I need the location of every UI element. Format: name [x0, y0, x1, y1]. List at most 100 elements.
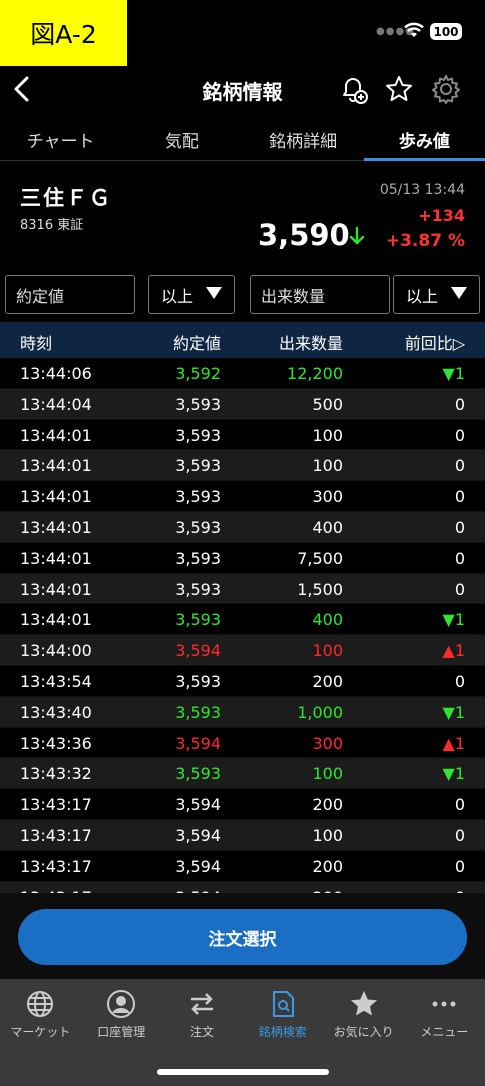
trade-price: 3,593 — [175, 610, 221, 630]
trade-price: 3,593 — [175, 394, 221, 414]
filter-bar: 約定値 以上 出来数量 以上 — [0, 275, 485, 315]
trade-price: 3,593 — [175, 487, 221, 507]
trade-volume: 100 — [312, 825, 343, 845]
header-time: 時刻 — [20, 334, 53, 353]
stock-code: 8316 東証 — [20, 218, 84, 233]
price-condition-label: 以上 — [161, 286, 194, 306]
trade-volume: 100 — [312, 425, 343, 445]
tab-quote[interactable]: 気配 — [121, 114, 242, 160]
header-diff[interactable]: 前回比▷ — [405, 330, 465, 354]
trade-price: 3,593 — [175, 517, 221, 537]
stock-datetime: 05/13 13:44 — [379, 182, 465, 198]
trade-time: 13:43:32 — [20, 764, 92, 784]
trade-volume: 500 — [312, 394, 343, 414]
arrow-down-icon — [349, 226, 365, 245]
trade-price: 3,594 — [175, 856, 221, 876]
stock-change: +134 — [418, 206, 465, 225]
trade-diff: ▼1 — [442, 610, 465, 630]
trade-diff: 0 — [454, 425, 465, 445]
figure-label: 図A-2 — [0, 0, 127, 66]
trade-list[interactable]: 13:44:06 3,592 12,200 ▼1 13:44:04 3,593 500 0 13… — [0, 358, 485, 893]
trade-price: 3,593 — [175, 548, 221, 568]
table-row: 13:44:01 3,593 100 0 — [0, 450, 485, 482]
trade-volume: 300 — [312, 487, 343, 507]
trade-volume: 400 — [312, 517, 343, 537]
tab-chart[interactable]: チャート — [0, 114, 121, 160]
trade-time: 13:44:06 — [20, 364, 92, 383]
volume-condition-select[interactable]: 以上 — [393, 275, 480, 314]
trade-time: 13:43:40 — [20, 702, 92, 722]
trade-diff: 0 — [454, 517, 465, 537]
bottom-nav-label: 口座管理 — [97, 1025, 146, 1039]
bottom-nav-menu[interactable]: メニュー — [404, 979, 485, 1086]
globe-icon — [27, 991, 54, 1017]
trade-price: 3,593 — [175, 456, 221, 476]
trade-time: 13:44:00 — [20, 641, 92, 661]
trade-diff: 0 — [454, 825, 465, 845]
account-icon — [107, 990, 136, 1018]
trade-price: 3,593 — [175, 425, 221, 445]
table-row: 13:44:01 3,593 7,500 0 — [0, 542, 485, 574]
trade-diff: ▲1 — [442, 733, 465, 753]
trade-diff: 0 — [454, 548, 465, 568]
order-area: 注文選択 — [0, 893, 485, 979]
bottom-nav-label: お気に入り — [333, 1025, 394, 1039]
trade-volume: 400 — [312, 610, 343, 630]
document-search-icon — [272, 991, 294, 1017]
bottom-nav-label: メニュー — [420, 1025, 469, 1039]
trade-time: 13:44:01 — [20, 487, 92, 507]
price-filter-input[interactable]: 約定値 — [5, 275, 135, 314]
trade-time: 13:44:01 — [20, 517, 92, 537]
tab-bar: チャート 気配 銘柄詳細 歩み値 — [0, 114, 485, 161]
trade-time: 13:43:36 — [20, 733, 92, 753]
bottom-nav-account[interactable]: 口座管理 — [81, 979, 162, 1086]
trade-price: 3,593 — [175, 579, 221, 599]
trade-volume: 1,500 — [297, 579, 343, 599]
table-row: 13:43:32 3,593 100 ▼1 — [0, 758, 485, 790]
bottom-nav-favorites[interactable]: お気に入り — [323, 979, 404, 1086]
trade-volume: 200 — [312, 856, 343, 876]
trade-volume: 200 — [312, 795, 343, 815]
price-condition-select[interactable]: 以上 — [148, 275, 235, 314]
trade-diff: 0 — [454, 487, 465, 507]
trade-time: 13:43:54 — [20, 671, 92, 691]
trade-price: 3,594 — [175, 733, 221, 753]
table-row: 13:43:40 3,593 1,000 ▼1 — [0, 696, 485, 728]
order-select-button[interactable]: 注文選択 — [18, 909, 467, 965]
trade-diff: 0 — [454, 795, 465, 815]
volume-filter-input[interactable]: 出来数量 — [250, 275, 390, 314]
more-dots-icon — [432, 1001, 456, 1007]
table-row: 13:44:01 3,593 400 ▼1 — [0, 604, 485, 636]
trade-time: 13:43:17 — [20, 795, 92, 815]
bottom-nav-label: 注文 — [189, 1025, 214, 1039]
table-row: 13:43:36 3,594 300 ▲1 — [0, 727, 485, 759]
star-icon[interactable] — [384, 74, 414, 104]
trade-time: 13:44:01 — [20, 425, 92, 445]
trade-diff: ▼1 — [442, 364, 465, 383]
battery-icon: 100 — [430, 23, 462, 40]
tab-details[interactable]: 銘柄詳細 — [243, 114, 364, 160]
trade-time: 13:43:17 — [20, 856, 92, 876]
trade-price: 3,593 — [175, 764, 221, 784]
header-volume: 出来数量 — [278, 334, 343, 353]
table-header: 時刻 約定値 出来数量 前回比▷ — [0, 322, 485, 358]
bottom-nav-market[interactable]: マーケット — [0, 979, 81, 1086]
trade-price: 3,594 — [175, 641, 221, 661]
table-row: 13:44:06 3,592 12,200 ▼1 — [0, 358, 485, 389]
trade-time: 13:44:01 — [20, 456, 92, 476]
gear-icon[interactable] — [430, 73, 462, 105]
chevron-down-icon — [206, 287, 222, 299]
trade-volume: 300 — [312, 733, 343, 753]
trade-volume: 100 — [312, 641, 343, 661]
nav-bar: 銘柄情報 — [0, 66, 485, 114]
bell-add-icon[interactable] — [337, 73, 369, 105]
table-row: 13:43:54 3,593 200 0 — [0, 665, 485, 697]
trade-volume: 100 — [312, 456, 343, 476]
table-row: 13:43:17 3,594 100 0 — [0, 819, 485, 851]
table-row: 13:44:01 3,593 300 0 — [0, 481, 485, 512]
trade-diff: ▼1 — [442, 702, 465, 722]
tab-trades[interactable]: 歩み値 — [363, 114, 485, 161]
stock-price: 3,590 — [258, 218, 350, 252]
trade-diff: 0 — [454, 671, 465, 691]
trade-diff: ▼1 — [442, 764, 465, 784]
